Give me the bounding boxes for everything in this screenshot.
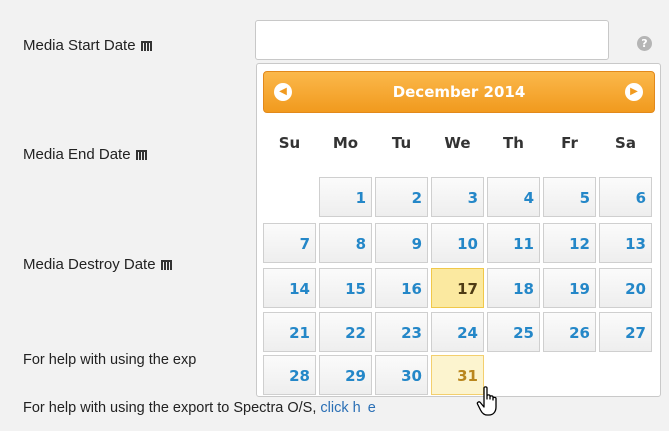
help-text-2-prefix: For help with using the export to Spectr… xyxy=(23,400,321,416)
day-cell-1[interactable]: 1 xyxy=(319,177,372,217)
help-text-1: For help with using the exp xyxy=(23,352,197,368)
datepicker-header: ◀ December 2014 ▶ xyxy=(263,71,655,113)
day-cell-6[interactable]: 6 xyxy=(599,177,652,217)
day-cell-3[interactable]: 3 xyxy=(431,177,484,217)
datepicker: ◀ December 2014 ▶ Su Mo Tu We Th Fr Sa 1234567… xyxy=(256,63,661,397)
calendar-icon xyxy=(140,41,152,51)
day-cell-21[interactable]: 21 xyxy=(263,312,316,352)
help-link-text[interactable]: click h xyxy=(320,400,360,416)
day-cell-12[interactable]: 12 xyxy=(543,223,596,263)
help-text-2: For help with using the export to Spectr… xyxy=(23,400,376,416)
calendar-icon xyxy=(135,150,147,160)
day-cell-19[interactable]: 19 xyxy=(543,268,596,308)
datepicker-title: December 2014 xyxy=(392,83,526,101)
weekday-tu: Tu xyxy=(391,134,412,152)
weekday-mo: Mo xyxy=(332,134,359,152)
day-cell-20[interactable]: 20 xyxy=(599,268,652,308)
media-destroy-date-label: Media Destroy Date xyxy=(23,256,172,273)
help-link-tail[interactable]: e xyxy=(368,400,376,416)
media-start-date-input[interactable] xyxy=(255,20,609,60)
help-icon[interactable]: ? xyxy=(637,36,652,51)
media-start-date-label: Media Start Date xyxy=(23,37,152,54)
calendar-icon xyxy=(160,260,172,270)
chevron-right-icon[interactable]: ▶ xyxy=(625,83,643,101)
day-cell-23[interactable]: 23 xyxy=(375,312,428,352)
day-cell-5[interactable]: 5 xyxy=(543,177,596,217)
media-end-date-label: Media End Date xyxy=(23,146,147,163)
day-cell-26[interactable]: 26 xyxy=(543,312,596,352)
day-cell-16[interactable]: 16 xyxy=(375,268,428,308)
day-cell-30[interactable]: 30 xyxy=(375,355,428,395)
day-cell-11[interactable]: 11 xyxy=(487,223,540,263)
day-cell-27[interactable]: 27 xyxy=(599,312,652,352)
media-start-date-label-text: Media Start Date xyxy=(23,37,136,54)
weekday-th: Th xyxy=(503,134,524,152)
weekday-fr: Fr xyxy=(561,134,578,152)
day-cell-18[interactable]: 18 xyxy=(487,268,540,308)
day-cell-7[interactable]: 7 xyxy=(263,223,316,263)
weekday-su: Su xyxy=(278,134,301,152)
media-end-date-label-text: Media End Date xyxy=(23,146,131,163)
day-cell-17[interactable]: 17 xyxy=(431,268,484,308)
day-cell-8[interactable]: 8 xyxy=(319,223,372,263)
day-cell-9[interactable]: 9 xyxy=(375,223,428,263)
day-cell-10[interactable]: 10 xyxy=(431,223,484,263)
weekday-sa: Sa xyxy=(615,134,636,152)
day-cell-4[interactable]: 4 xyxy=(487,177,540,217)
day-cell-2[interactable]: 2 xyxy=(375,177,428,217)
hand-cursor-icon xyxy=(476,386,497,416)
day-cell-25[interactable]: 25 xyxy=(487,312,540,352)
day-cell-28[interactable]: 28 xyxy=(263,355,316,395)
day-cell-22[interactable]: 22 xyxy=(319,312,372,352)
day-cell-13[interactable]: 13 xyxy=(599,223,652,263)
media-destroy-date-label-text: Media Destroy Date xyxy=(23,256,156,273)
day-cell-24[interactable]: 24 xyxy=(431,312,484,352)
day-cell-29[interactable]: 29 xyxy=(319,355,372,395)
help-link[interactable]: click h e xyxy=(320,400,375,416)
day-cell-15[interactable]: 15 xyxy=(319,268,372,308)
day-cell-14[interactable]: 14 xyxy=(263,268,316,308)
weekday-we: We xyxy=(444,134,471,152)
